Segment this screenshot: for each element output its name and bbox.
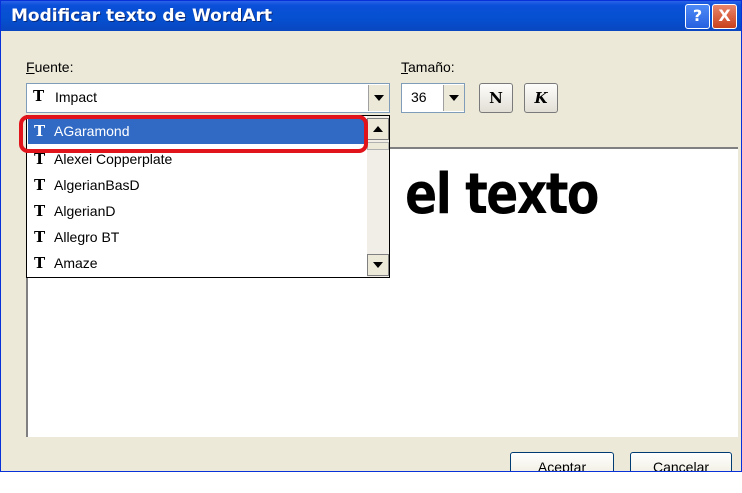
- font-label: Fuente:: [26, 59, 74, 75]
- truetype-font-icon: T: [34, 202, 46, 220]
- list-item[interactable]: T AlgerianBasD: [28, 173, 368, 198]
- font-select[interactable]: T Impact: [26, 83, 390, 113]
- accept-button[interactable]: Aceptar: [510, 452, 614, 471]
- scroll-up-button[interactable]: [367, 118, 389, 140]
- list-item[interactable]: T Allegro BT: [28, 225, 368, 250]
- font-dropdown-button[interactable]: [368, 85, 389, 111]
- truetype-font-icon: T: [34, 254, 46, 272]
- truetype-font-icon: T: [34, 228, 46, 246]
- size-select[interactable]: 36: [401, 83, 465, 113]
- list-item[interactable]: T AlgerianD: [28, 199, 368, 224]
- size-dropdown-button[interactable]: [443, 85, 464, 111]
- dialog-title: Modificar texto de WordArt: [11, 6, 273, 26]
- preview-text: el texto: [405, 162, 599, 227]
- scroll-thumb[interactable]: [367, 142, 389, 150]
- chevron-down-icon: [449, 95, 459, 101]
- highlight-annotation: [19, 115, 368, 153]
- size-select-value: 36: [411, 89, 427, 105]
- list-item[interactable]: T Amaze: [28, 251, 368, 276]
- chevron-down-icon: [374, 95, 384, 101]
- close-button[interactable]: X: [712, 4, 737, 29]
- font-list-scrollbar[interactable]: [367, 116, 389, 277]
- scroll-down-button[interactable]: [367, 254, 389, 276]
- chevron-up-icon: [373, 126, 383, 132]
- wordart-dialog: Modificar texto de WordArt ? X Fuente: T…: [0, 0, 742, 472]
- font-select-value: Impact: [55, 89, 98, 105]
- chevron-down-icon: [373, 262, 383, 268]
- italic-button[interactable]: K: [524, 83, 558, 113]
- bold-button[interactable]: N: [479, 83, 513, 113]
- help-button[interactable]: ?: [685, 4, 710, 29]
- size-label: Tamaño:: [401, 59, 455, 75]
- title-bar: Modificar texto de WordArt ? X: [1, 1, 741, 31]
- truetype-font-icon: T: [34, 176, 46, 194]
- truetype-font-icon: T: [33, 87, 45, 105]
- cancel-button[interactable]: Cancelar: [630, 452, 732, 471]
